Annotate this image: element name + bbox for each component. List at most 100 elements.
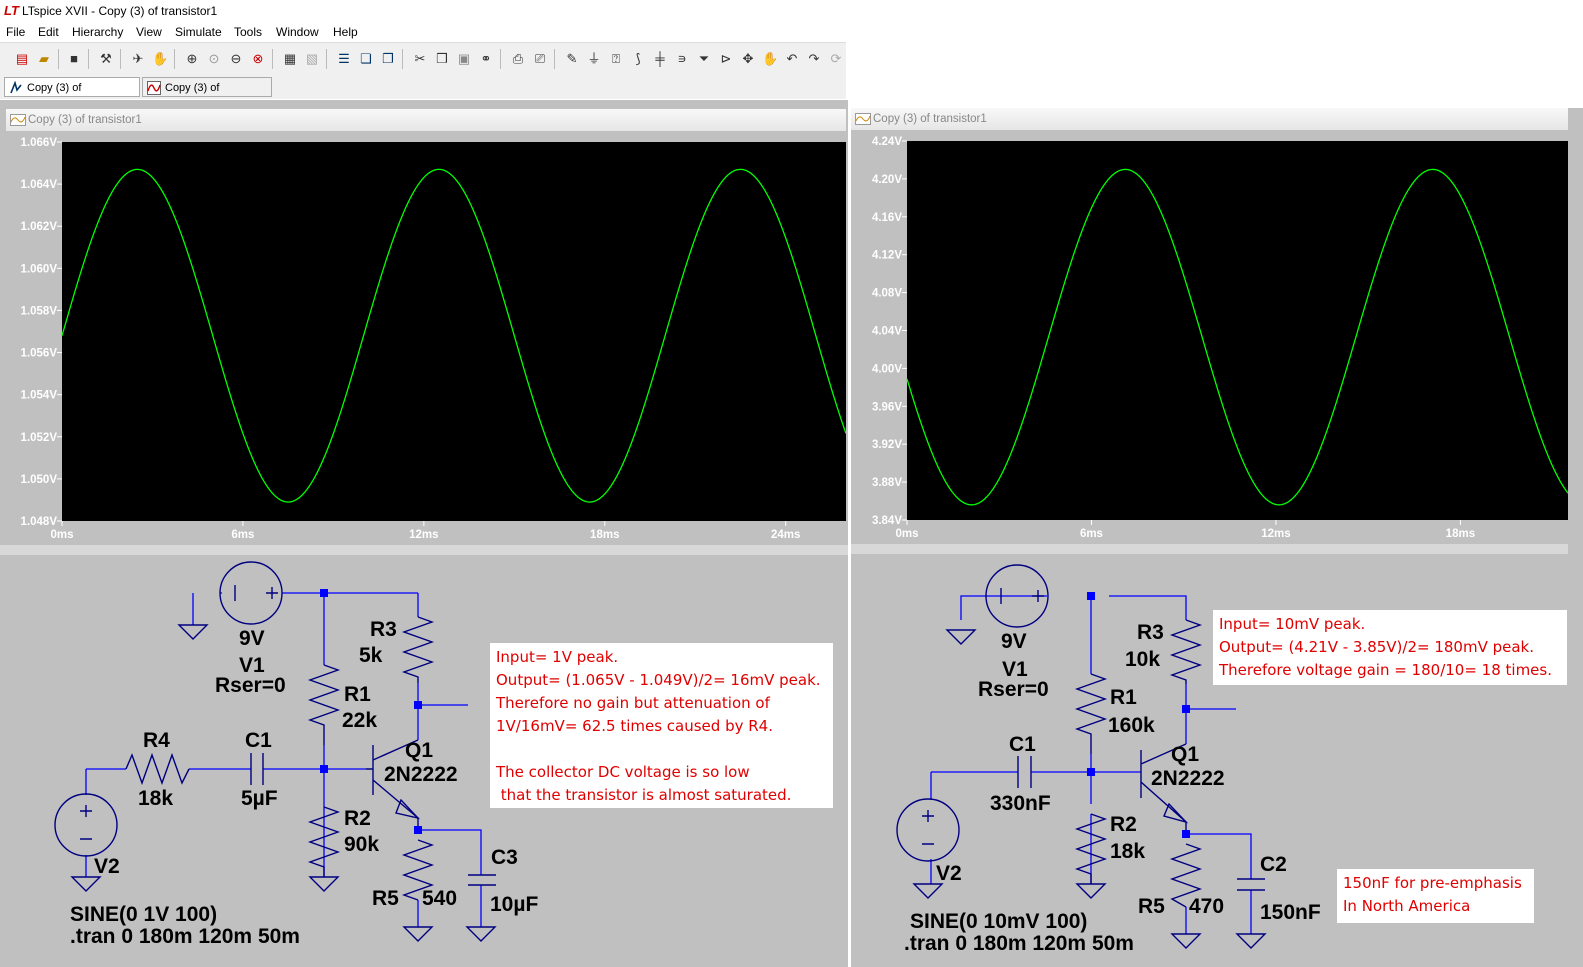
halt-icon[interactable]: ✋ [152,51,168,67]
c3-name: C3 [491,846,518,869]
save-icon[interactable]: ■ [66,51,82,67]
right-y-tick-label: 4.00V [872,363,902,375]
v1-rser: Rser=0 [978,678,1049,701]
menu-edit[interactable]: Edit [38,22,59,42]
grid-icon[interactable]: ▧ [304,51,320,67]
inductor-icon[interactable]: ∍ [674,51,690,67]
r5-name: R5 [372,887,399,910]
undo-icon[interactable]: ↶ [784,51,800,67]
left-x-tick-label: 0ms [50,529,73,541]
find-icon[interactable]: ⚭ [478,51,494,67]
left-y-tick-label: 1.060V [21,263,58,275]
cascade-icon[interactable]: ❏ [358,51,374,67]
drag-icon[interactable]: ✋ [762,51,778,67]
toolbar: ▤ ▰ ■ ⚒ ✈ ✋ ⊕ ⊙ ⊖ ⊗ ▦ ▧ ☰ ❏ ❐ ✂ ❒ ▣ ⚭ ⎙ … [0,42,846,76]
rotate-icon[interactable]: ⟳ [828,51,844,67]
right-y-tick-label: 4.24V [872,136,902,148]
right-y-tick-label: 4.08V [872,288,902,300]
label-net-icon[interactable]: ⍰ [608,51,624,67]
v2-name: V2 [94,855,120,878]
wire-icon[interactable]: ✎ [564,51,580,67]
left-annotation-box: Input= 1V peak. Output= (1.065V - 1.049V… [490,643,833,808]
zoom-in-icon[interactable]: ⊕ [184,51,200,67]
r1-name: R1 [344,683,371,706]
menu-tools[interactable]: Tools [234,22,262,42]
c1-name: C1 [1009,733,1036,756]
r3-symbol [401,616,435,683]
left-x-tick-label: 18ms [590,529,619,541]
source-directive: SINE(0 10mV 100) [910,910,1087,933]
r2-value: 90k [344,833,379,856]
c1-value: 5µF [241,787,278,810]
right-plot-pane-title: Copy (3) of transistor1 [851,108,1568,130]
c1-value: 330nF [990,792,1051,815]
r4-symbol [125,752,190,786]
v1-rser: Rser=0 [215,674,286,697]
run-icon[interactable]: ✈ [130,51,146,67]
cut-icon[interactable]: ✂ [412,51,428,67]
waveform-icon [147,81,161,95]
copy-icon[interactable]: ❒ [434,51,450,67]
source-directive: SINE(0 1V 100) [70,903,217,926]
component-icon[interactable]: ⊳ [718,51,734,67]
menu-file[interactable]: File [6,22,25,42]
pan-icon[interactable]: ⊙ [206,51,222,67]
r1-value: 22k [342,709,377,732]
print-icon[interactable]: ⎚ [532,51,548,67]
left-x-tick-label: 12ms [409,529,438,541]
ground-icon[interactable]: ⏚ [586,51,602,67]
c2-value: 150nF [1260,901,1321,924]
zoom-out-icon[interactable]: ⊖ [228,51,244,67]
new-schematic-icon[interactable]: ▤ [14,51,30,67]
move-icon[interactable]: ✥ [740,51,756,67]
menu-simulate[interactable]: Simulate [175,22,222,42]
schematic-icon [10,81,22,94]
menu-view[interactable]: View [136,22,162,42]
print-preview-icon[interactable]: ⎙ [510,51,526,67]
tile-vertical-icon[interactable]: ❐ [380,51,396,67]
tab-schematic[interactable]: Copy (3) of transistor1 [4,77,140,114]
left-y-tick-label: 1.048V [21,516,58,528]
resistor-icon[interactable]: ⟆ [630,51,646,67]
redo-icon[interactable]: ↷ [806,51,822,67]
right-annotation-box-2: 150nF for pre-emphasis In North America [1337,869,1534,923]
zoom-fit-icon[interactable]: ⊗ [250,51,266,67]
left-y-tick-label: 1.056V [21,348,58,360]
paste-icon[interactable]: ▣ [456,51,472,67]
capacitor-icon[interactable]: ╪ [652,51,668,67]
r4-value: 18k [138,787,173,810]
right-x-tick-label: 18ms [1446,528,1475,540]
control-panel-icon[interactable]: ⚒ [98,51,114,67]
r3-name: R3 [1137,621,1164,644]
r1-symbol [307,664,341,745]
window-title: LTspice XVII - Copy (3) of transistor1 [22,4,218,18]
autorange-icon[interactable]: ▦ [282,51,298,67]
r2-name: R2 [1110,813,1137,836]
tile-horizontal-icon[interactable]: ☰ [336,51,352,67]
waveform-window-icon [10,114,26,126]
right-waveform-plot[interactable]: 3.84V 3.88V 3.92V 3.96V 4.00V 4.04V 4.08V 4.12V… [851,130,1568,544]
r1-symbol [1074,673,1108,754]
left-y-tick-label: 1.050V [21,474,58,486]
tran-directive: .tran 0 180m 120m 50m [904,932,1134,955]
left-x-tick-label: 24ms [771,529,800,541]
left-splitter[interactable] [0,545,848,555]
menu-hierarchy[interactable]: Hierarchy [72,22,123,42]
right-x-tick-label: 0ms [895,528,918,540]
tab-waveform[interactable]: Copy (3) of transistor1 [142,77,272,114]
left-waveform-plot[interactable]: 1.048V 1.050V 1.052V 1.054V 1.056V 1.058V 1.06… [6,131,846,545]
left-y-tick-label: 1.052V [21,432,58,444]
q1-model: 2N2222 [1151,767,1225,790]
open-icon[interactable]: ▰ [36,51,52,67]
right-y-tick-label: 4.04V [872,326,902,338]
right-splitter[interactable] [851,544,1568,554]
diode-icon[interactable]: ⏷ [696,51,712,67]
right-x-tick-label: 6ms [1080,528,1103,540]
menu-window[interactable]: Window [276,22,319,42]
left-plot-area[interactable] [62,142,846,521]
menu-help[interactable]: Help [333,22,358,42]
right-y-tick-label: 3.84V [872,515,902,527]
c1-symbol [1017,756,1032,788]
c2-name: C2 [1260,853,1287,876]
right-y-tick-label: 4.16V [872,212,902,224]
